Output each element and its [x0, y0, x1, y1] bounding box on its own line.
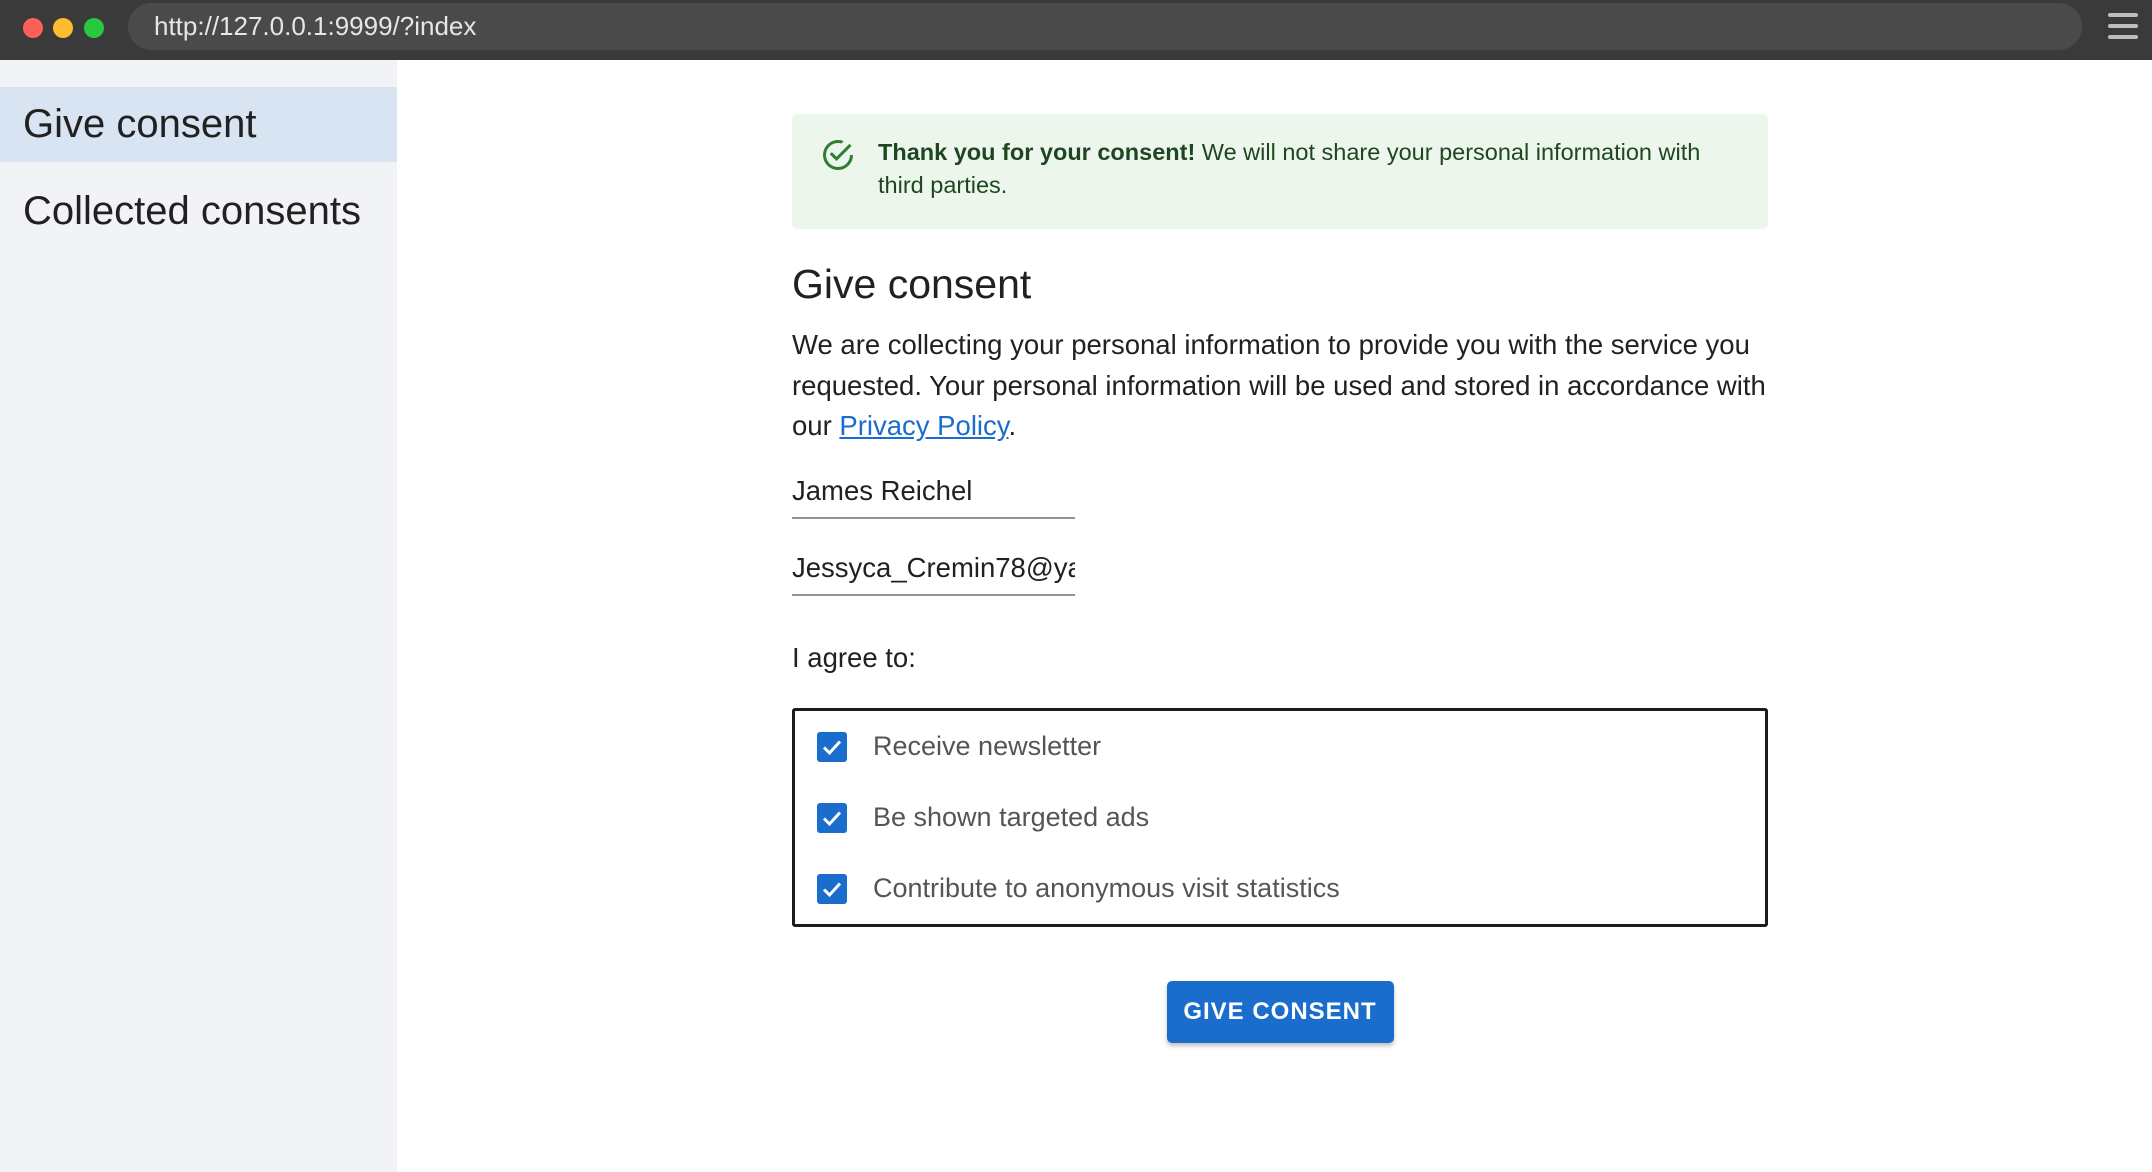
- sidebar-item-give-consent[interactable]: Give consent: [0, 87, 397, 162]
- address-bar-url: http://127.0.0.1:9999/?index: [154, 11, 477, 41]
- checkmark-icon: [822, 739, 842, 755]
- checkmark-icon: [822, 810, 842, 826]
- checkbox-targeted-ads[interactable]: [817, 802, 847, 833]
- option-receive-newsletter[interactable]: Receive newsletter: [795, 726, 1765, 768]
- checkbox-newsletter[interactable]: [817, 731, 847, 762]
- browser-toolbar: http://127.0.0.1:9999/?index: [0, 0, 2152, 60]
- option-visit-statistics[interactable]: Contribute to anonymous visit statistics: [795, 868, 1765, 910]
- sidebar: Give consent Collected consents: [0, 60, 397, 1172]
- intro-text-end: .: [1008, 410, 1017, 441]
- sidebar-item-label: Collected consents: [23, 189, 361, 233]
- option-label: Be shown targeted ads: [873, 802, 1150, 832]
- address-bar[interactable]: http://127.0.0.1:9999/?index: [128, 3, 2082, 50]
- give-consent-button[interactable]: GIVE CONSENT: [1166, 980, 1394, 1043]
- sidebar-item-collected-consents[interactable]: Collected consents: [0, 174, 397, 249]
- name-field[interactable]: [792, 474, 1075, 519]
- hamburger-menu-icon[interactable]: [2108, 13, 2138, 39]
- minimize-window-button[interactable]: [53, 18, 73, 38]
- check-circle-icon: [823, 140, 853, 170]
- intro-paragraph: We are collecting your personal informat…: [792, 325, 1768, 447]
- sidebar-item-label: Give consent: [23, 102, 257, 146]
- checkmark-icon: [822, 881, 842, 897]
- main-content: Thank you for your consent! We will not …: [792, 114, 1768, 1043]
- privacy-policy-link[interactable]: Privacy Policy: [839, 410, 1008, 441]
- success-alert: Thank you for your consent! We will not …: [792, 114, 1768, 229]
- alert-message: Thank you for your consent! We will not …: [878, 136, 1744, 202]
- maximize-window-button[interactable]: [84, 18, 104, 38]
- agree-label: I agree to:: [792, 641, 916, 673]
- consent-options-group: Receive newsletter Be shown targeted ads…: [792, 707, 1768, 927]
- checkbox-visit-statistics[interactable]: [817, 873, 847, 904]
- option-label: Receive newsletter: [873, 731, 1102, 761]
- email-field[interactable]: [792, 551, 1075, 596]
- close-window-button[interactable]: [23, 18, 43, 38]
- option-label: Contribute to anonymous visit statistics: [873, 873, 1340, 903]
- submit-row: GIVE CONSENT: [792, 980, 1768, 1043]
- alert-title: Thank you for your consent!: [878, 139, 1196, 165]
- page-title: Give consent: [792, 261, 1032, 307]
- option-targeted-ads[interactable]: Be shown targeted ads: [795, 797, 1765, 839]
